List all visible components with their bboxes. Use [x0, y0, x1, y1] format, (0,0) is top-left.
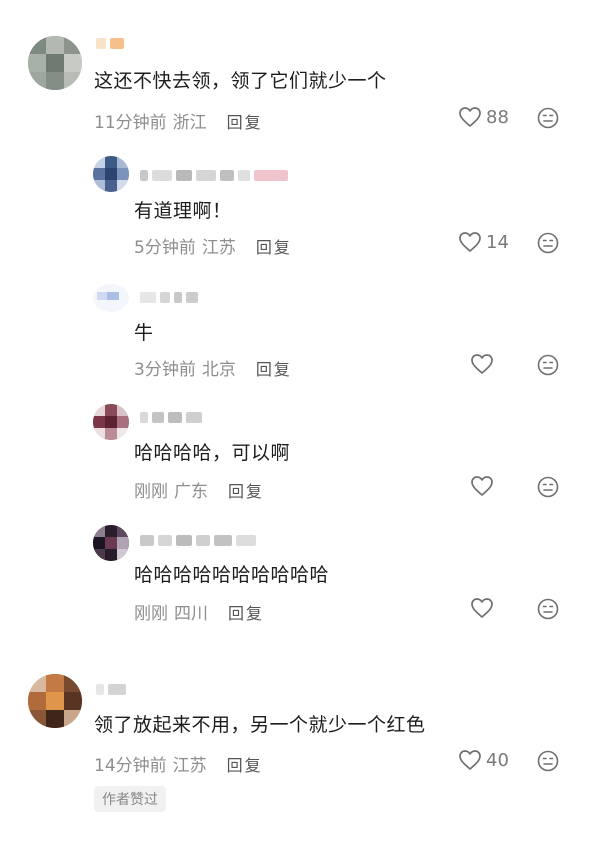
like-button[interactable]: [470, 597, 498, 619]
reply-button[interactable]: 回复: [228, 478, 264, 502]
like-button[interactable]: [470, 475, 498, 497]
heart-outline-icon: [471, 598, 493, 618]
timestamp: 14分钟前: [94, 756, 167, 776]
avatar[interactable]: [93, 284, 129, 312]
reply-button[interactable]: 回复: [227, 109, 263, 133]
comment-meta: 14分钟前 江苏 回复: [94, 751, 263, 777]
neutral-face-icon[interactable]: [537, 354, 559, 376]
author-liked-badge: 作者赞过: [94, 786, 166, 812]
heart-outline-icon: [459, 232, 481, 252]
reply-button[interactable]: 回复: [256, 234, 292, 258]
timestamp: 刚刚: [134, 604, 168, 624]
like-count: 14: [486, 231, 509, 253]
reply-text: 有道理啊！: [134, 200, 232, 222]
timestamp: 11分钟前: [94, 113, 167, 133]
username[interactable]: [140, 168, 288, 182]
like-button[interactable]: 14: [458, 231, 509, 253]
neutral-face-icon[interactable]: [537, 598, 559, 620]
reply-meta: 3分钟前 北京 回复: [134, 355, 292, 381]
reply-button[interactable]: 回复: [227, 752, 263, 776]
location: 江苏: [201, 238, 236, 258]
reply-text: 哈哈哈哈，可以啊: [134, 442, 291, 464]
username[interactable]: [140, 533, 256, 547]
avatar[interactable]: [28, 674, 82, 728]
username[interactable]: [96, 36, 124, 50]
like-button[interactable]: 88: [458, 106, 509, 128]
avatar[interactable]: [93, 404, 129, 440]
neutral-face-icon[interactable]: [537, 232, 559, 254]
heart-outline-icon: [471, 476, 493, 496]
username[interactable]: [140, 290, 198, 304]
heart-outline-icon: [459, 750, 481, 770]
reply-meta: 刚刚 四川 回复: [134, 599, 264, 625]
comment-text: 领了放起来不用，另一个就少一个红色: [94, 714, 426, 736]
avatar[interactable]: [93, 525, 129, 561]
neutral-face-icon[interactable]: [537, 107, 559, 129]
like-count: 88: [486, 106, 509, 128]
timestamp: 刚刚: [134, 482, 168, 502]
reply-button[interactable]: 回复: [228, 600, 264, 624]
timestamp: 3分钟前: [134, 360, 196, 380]
neutral-face-icon[interactable]: [537, 750, 559, 772]
heart-outline-icon: [459, 107, 481, 127]
location: 北京: [201, 360, 236, 380]
like-button[interactable]: [470, 353, 498, 375]
username[interactable]: [140, 410, 202, 424]
avatar[interactable]: [28, 36, 82, 90]
location: 四川: [174, 604, 208, 624]
neutral-face-icon[interactable]: [537, 476, 559, 498]
like-count: 40: [486, 749, 509, 771]
comment-text: 这还不快去领，领了它们就少一个: [94, 70, 387, 92]
reply-meta: 刚刚 广东 回复: [134, 477, 264, 503]
reply-text: 牛: [134, 322, 154, 344]
location: 广东: [174, 482, 208, 502]
comment-meta: 11分钟前 浙江 回复: [94, 108, 263, 134]
location: 浙江: [172, 113, 207, 133]
reply-meta: 5分钟前 江苏 回复: [134, 233, 292, 259]
username[interactable]: [96, 682, 126, 696]
reply-button[interactable]: 回复: [256, 356, 292, 380]
avatar[interactable]: [93, 156, 129, 192]
location: 江苏: [172, 756, 207, 776]
timestamp: 5分钟前: [134, 238, 196, 258]
heart-outline-icon: [471, 354, 493, 374]
like-button[interactable]: 40: [458, 749, 509, 771]
reply-text: 哈哈哈哈哈哈哈哈哈哈: [134, 564, 330, 586]
